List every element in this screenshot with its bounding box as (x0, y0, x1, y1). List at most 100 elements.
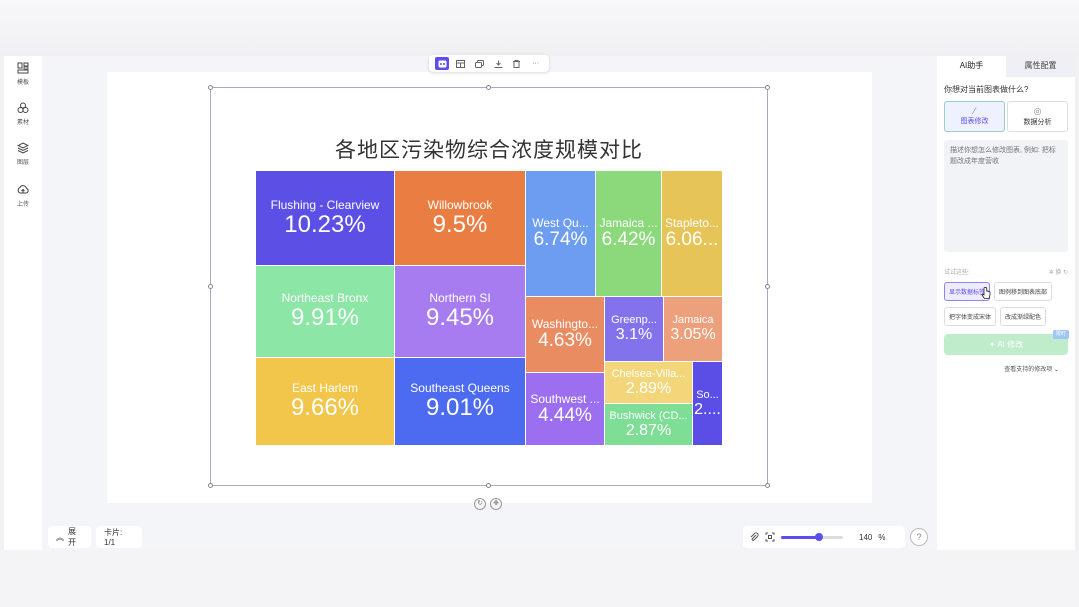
fit-screen-icon[interactable] (765, 532, 775, 542)
treemap-tile-jamaica-b: Jamaica 3.05% (664, 297, 723, 362)
support-label: 查看支持的修改项 (1004, 367, 1053, 373)
wand-icon: ⁄ (973, 106, 976, 116)
tile-label: Northern SI (429, 291, 491, 306)
treemap-tile-greenpoint: Greenp... 3.1% (605, 297, 664, 362)
treemap-tile-southeast-queens: Southeast Queens 9.01% (395, 358, 526, 446)
copy-button[interactable] (473, 57, 487, 70)
tile-value: 9.91% (290, 305, 360, 332)
mode-data-analysis[interactable]: ◎ 数据分析 (1007, 101, 1068, 132)
treemap-tile-jamaica-a: Jamaica ... 6.42% (596, 171, 662, 297)
tile-label: West Qu... (532, 216, 589, 231)
resize-handle-br[interactable] (765, 483, 770, 488)
zoom-unit: % (878, 532, 886, 542)
zoom-slider[interactable] (781, 532, 843, 541)
tile-label: East Harlem (291, 381, 359, 396)
resize-handle-bottom[interactable] (486, 483, 491, 488)
prompt-input[interactable] (944, 140, 1068, 252)
chart-toolbar: ··· (429, 55, 549, 72)
tile-label: Greenp... (611, 314, 657, 327)
resize-handle-tr[interactable] (765, 85, 770, 90)
tile-value: 6.42% (601, 230, 656, 251)
view-supported-edits-link[interactable]: 查看支持的修改项 ⌄ (937, 364, 1059, 373)
suggestions-row: 把字体变成宋体 改成渐绿配色 (944, 307, 1068, 326)
tile-value: 10.23% (284, 211, 366, 238)
tile-label: Chelsea-Villa... (611, 367, 686, 380)
resize-handle-tl[interactable] (208, 85, 213, 90)
resize-handle-right[interactable] (765, 284, 770, 289)
tile-value: 9.66% (290, 395, 360, 422)
assets-icon (17, 102, 29, 113)
ai-modify-label: AI 修改 (997, 340, 1024, 349)
more-button[interactable]: ··· (529, 57, 543, 70)
card-indicator[interactable]: 卡片: 1/1 (96, 526, 142, 548)
layout-button[interactable] (454, 57, 468, 70)
tile-value: 9.45% (425, 305, 495, 332)
right-panel: AI助手 属性配置 你想对当前图表做什么? ⁄ 图表修改 ◎ 数据分析 试试这些… (937, 56, 1075, 550)
tile-label: Bushwick (CD... (609, 409, 688, 422)
assistant-question: 你想对当前图表做什么? (944, 85, 1029, 94)
tile-value: 4.44% (538, 405, 592, 426)
tile-value: 4.63% (538, 331, 592, 352)
suggestion-chip[interactable]: 改成渐绿配色 (1000, 307, 1047, 326)
bottom-background (0, 550, 1079, 607)
tile-label: So... (696, 388, 719, 401)
refresh-label: 换 (1055, 270, 1062, 276)
suggestion-chip[interactable]: 图例移到图表底部 (994, 282, 1053, 301)
more-icon: ··· (532, 60, 540, 67)
ai-edit-icon (438, 60, 447, 67)
zoom-bar: 140 % (743, 526, 905, 548)
suggestions-row: 显示数据标签 图例移到图表底部 (944, 282, 1068, 301)
left-sidebar: 模板 素材 图层 上传 (4, 56, 42, 550)
resize-handle-top[interactable] (486, 85, 491, 90)
tile-label: Southeast Queens (410, 381, 510, 396)
ai-modify-button[interactable]: ✦ AI 修改 限时 (944, 330, 1069, 355)
suggestion-chip[interactable]: 把字体变成宋体 (944, 307, 997, 326)
sidebar-item-layers[interactable]: 图层 (4, 142, 42, 166)
download-button[interactable] (491, 57, 505, 70)
mode-chart-edit[interactable]: ⁄ 图表修改 (944, 101, 1005, 132)
rotate-icon[interactable]: ↻ (474, 498, 486, 510)
tile-value: 2.... (694, 400, 721, 418)
zoom-value[interactable]: 140 (859, 533, 872, 542)
chevrons-up-icon: ︽ (56, 532, 64, 542)
sidebar-item-template[interactable]: 模板 (4, 62, 42, 86)
tab-ai-assistant[interactable]: AI助手 (937, 56, 1006, 77)
sidebar-item-upload[interactable]: 上传 (4, 184, 42, 208)
refresh-suggestions[interactable]: ✲ 换 ↻ (1049, 267, 1068, 276)
treemap-tile-northern-si: Northern SI 9.45% (395, 266, 526, 358)
attach-icon[interactable] (749, 532, 759, 542)
tile-value: 6.06... (665, 230, 719, 251)
resize-handle-bl[interactable] (208, 483, 213, 488)
sidebar-item-assets[interactable]: 素材 (4, 102, 42, 126)
chevron-down-icon: ⌄ (1053, 367, 1059, 373)
expand-button[interactable]: ︽ 展开 (48, 526, 91, 548)
download-icon (494, 60, 503, 68)
limited-badge: 限时 (1052, 330, 1069, 339)
tile-value: 3.05% (670, 326, 716, 344)
delete-button[interactable] (510, 57, 524, 70)
mouse-cursor-icon (981, 287, 991, 299)
template-icon (17, 62, 29, 74)
try-label: 试试这些: (944, 270, 970, 276)
tile-label: Jamaica (672, 314, 714, 327)
suggestions-header: 试试这些: ✲ 换 ↻ (944, 267, 1068, 276)
tile-value: 9.5% (432, 211, 488, 238)
analysis-icon: ◎ (1033, 106, 1042, 116)
tile-value: 2.87% (625, 421, 672, 439)
tile-label: Northeast Bronx (281, 291, 369, 306)
help-button[interactable]: ? (910, 528, 928, 546)
tile-label: Jamaica ... (599, 216, 658, 231)
tab-properties[interactable]: 属性配置 (1006, 56, 1075, 77)
tile-label: Washingto... (531, 317, 599, 332)
resize-handle-left[interactable] (208, 284, 213, 289)
card-label: 卡片: 1/1 (104, 528, 123, 547)
tile-value: 2.89% (625, 379, 672, 397)
treemap-tile-stapleton: Stapleto... 6.06... (662, 171, 723, 297)
zoom-slider-knob[interactable] (815, 532, 824, 541)
sidebar-item-label: 图层 (16, 160, 29, 166)
treemap-tile-bushwick: Bushwick (CD... 2.87% (605, 404, 693, 446)
copy-icon (475, 59, 485, 68)
ai-edit-button[interactable] (435, 57, 450, 70)
move-icon[interactable]: ✥ (490, 498, 502, 510)
tile-label: Southwest ... (530, 391, 600, 406)
